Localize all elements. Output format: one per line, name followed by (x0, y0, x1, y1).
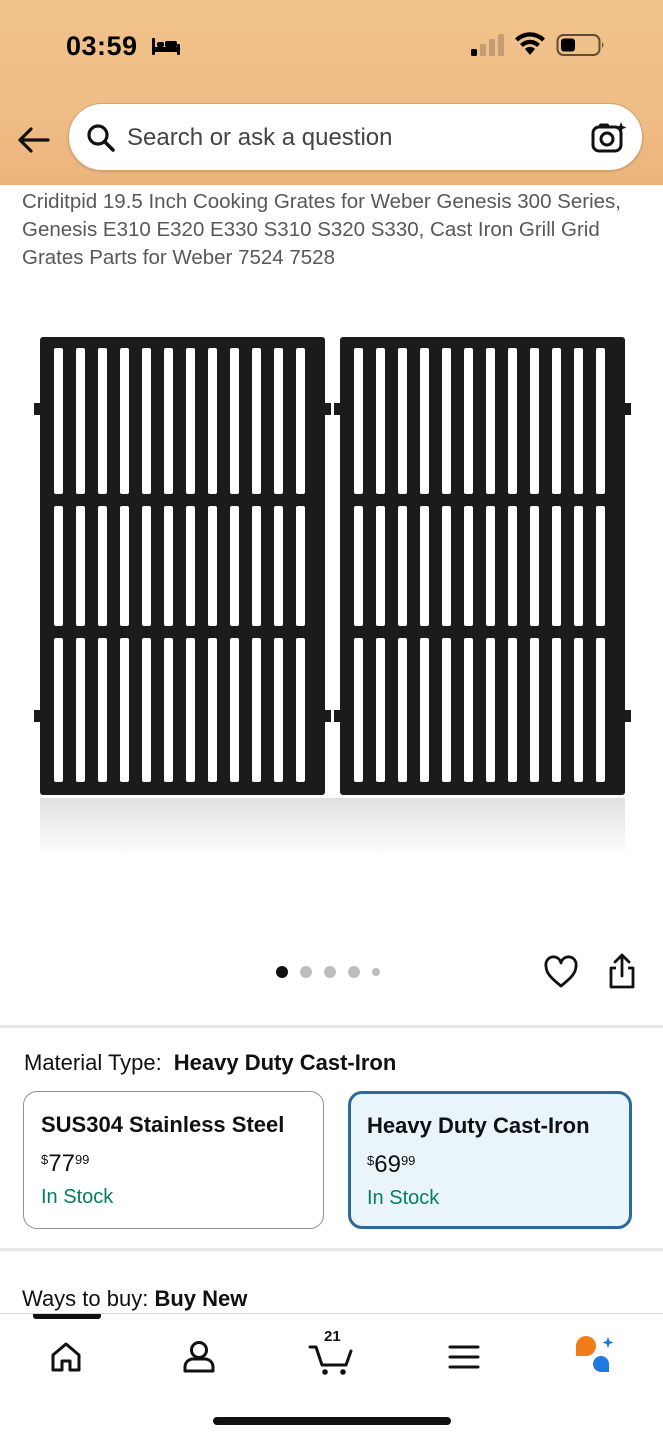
carousel-dot[interactable] (372, 968, 380, 976)
heart-icon[interactable] (543, 955, 579, 989)
price-fraction: 99 (400, 1153, 416, 1168)
search-bar[interactable] (68, 103, 643, 171)
rufus-ai-icon[interactable] (571, 1332, 621, 1382)
carousel-dot[interactable] (348, 966, 360, 978)
price-fraction: 99 (74, 1152, 90, 1167)
material-type-row: Material Type: Heavy Duty Cast-Iron (24, 1050, 396, 1076)
ways-to-buy-label: Ways to buy: (22, 1286, 149, 1311)
sleep-focus-icon (152, 38, 180, 55)
option-stock-status: In Stock (41, 1186, 114, 1208)
menu-icon[interactable] (439, 1332, 489, 1382)
section-divider (0, 1025, 663, 1028)
price-currency: $ (41, 1152, 49, 1167)
price-whole: 69 (374, 1151, 401, 1178)
cart-button[interactable]: 21 (306, 1328, 356, 1382)
section-divider (0, 1248, 663, 1251)
ways-to-buy: Ways to buy: Buy New (22, 1286, 247, 1312)
option-price: $6999 (367, 1151, 415, 1179)
status-time: 03:59 (66, 31, 138, 61)
material-type-label: Material Type: (24, 1050, 162, 1075)
home-icon[interactable] (41, 1332, 91, 1382)
carousel-dot[interactable] (300, 966, 312, 978)
option-name: SUS304 Stainless Steel (41, 1112, 285, 1137)
image-carousel-dots[interactable] (276, 964, 380, 980)
material-type-selected: Heavy Duty Cast-Iron (173, 1050, 397, 1075)
carousel-dot[interactable] (276, 966, 288, 978)
share-icon[interactable] (606, 952, 638, 990)
product-title[interactable]: Criditpid 19.5 Inch Cooking Grates for W… (22, 188, 642, 272)
product-image[interactable] (30, 330, 635, 860)
cart-count-badge: 21 (324, 1328, 341, 1345)
material-option-cast-iron[interactable]: Heavy Duty Cast-Iron $6999 In Stock (348, 1091, 632, 1229)
search-input[interactable] (127, 120, 567, 156)
ways-to-buy-value[interactable]: Buy New (154, 1286, 247, 1311)
option-stock-status: In Stock (367, 1187, 440, 1209)
battery-icon (556, 34, 604, 56)
material-option-stainless[interactable]: SUS304 Stainless Steel $7799 In Stock (23, 1091, 324, 1229)
wifi-icon (515, 32, 545, 55)
option-name: Heavy Duty Cast-Iron (367, 1113, 590, 1138)
active-tab-indicator (33, 1314, 101, 1319)
home-indicator (213, 1417, 451, 1425)
price-currency: $ (367, 1153, 375, 1168)
account-icon[interactable] (174, 1332, 224, 1382)
status-bar: 03:59 (0, 0, 663, 90)
price-whole: 77 (48, 1150, 75, 1177)
search-icon (87, 124, 115, 152)
cellular-signal-icon (471, 34, 504, 56)
back-arrow-icon[interactable] (16, 122, 52, 158)
camera-lens-icon[interactable] (590, 120, 628, 156)
option-price: $7799 (41, 1150, 89, 1178)
app-header: 03:59 (0, 0, 663, 185)
carousel-dot[interactable] (324, 966, 336, 978)
